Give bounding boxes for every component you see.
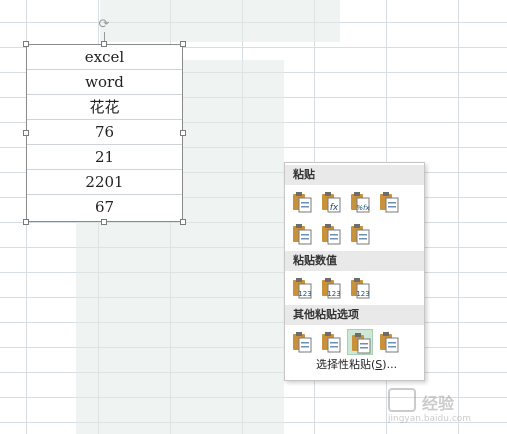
values-source-formatting-icon[interactable]: 123: [347, 275, 373, 301]
watermark-text: 经验: [422, 394, 455, 413]
resize-handle-bottom-right[interactable]: [180, 219, 186, 225]
option-badge: %fx: [356, 204, 370, 212]
paste-special-close-text: )...: [382, 358, 398, 371]
resize-handle-bottom[interactable]: [101, 219, 107, 225]
picture-cell: 67: [94, 198, 115, 216]
keep-column-widths-icon[interactable]: [318, 221, 344, 247]
pasted-picture[interactable]: excel word 花花 76 21 2201 67: [26, 44, 183, 222]
picture-cell: 花花: [27, 95, 182, 120]
picture-cell: 76: [27, 120, 182, 145]
paste-options-menu: 粘贴 fx %fx 粘贴数值 123 123 123 其他粘贴选项 选择性粘贴(S)...: [284, 162, 425, 381]
paste-option-row: 123 123 123: [285, 271, 424, 303]
transpose-icon[interactable]: [347, 221, 373, 247]
values-number-format-icon[interactable]: 123: [318, 275, 344, 301]
watermark-logo-icon: [388, 388, 416, 412]
no-borders-icon[interactable]: [289, 221, 315, 247]
rotate-handle-icon[interactable]: ⟳: [97, 18, 111, 32]
option-badge: 123: [327, 290, 340, 298]
resize-handle-top-left[interactable]: [23, 41, 29, 47]
selection-shade-top: [100, 0, 340, 42]
option-badge: 123: [298, 290, 311, 298]
resize-handle-top[interactable]: [101, 41, 107, 47]
paste-link-icon[interactable]: [318, 329, 344, 355]
picture-cell: excel: [27, 45, 182, 70]
option-badge: fx: [330, 203, 339, 213]
paste-option-row: [285, 325, 424, 357]
keep-source-formatting-icon[interactable]: [376, 189, 402, 215]
picture-cell: 21: [27, 145, 182, 170]
watermark-url: jingyan.baidu.com: [388, 414, 472, 424]
paste-section-header: 其他粘贴选项: [285, 305, 424, 325]
paste-values-icon[interactable]: 123: [289, 275, 315, 301]
picture-cell: word: [27, 70, 182, 95]
paste-section-header: 粘贴: [285, 165, 424, 185]
option-badge: 123: [356, 290, 369, 298]
paste-special-label-text: 选择性粘贴: [316, 358, 371, 371]
resize-handle-left[interactable]: [23, 130, 29, 136]
picture-cell: 2201: [27, 170, 182, 195]
paste-section-header: 粘贴数值: [285, 251, 424, 271]
paste-formulas-number-format-icon[interactable]: %fx: [347, 189, 373, 215]
paste-option-row: fx %fx: [285, 185, 424, 217]
resize-handle-bottom-left[interactable]: [23, 219, 29, 225]
paste-formulas-icon[interactable]: fx: [318, 189, 344, 215]
paste-icon[interactable]: [289, 189, 315, 215]
picture-icon[interactable]: [347, 329, 373, 355]
linked-picture-icon[interactable]: [376, 329, 402, 355]
formatting-icon[interactable]: [289, 329, 315, 355]
resize-handle-right[interactable]: [180, 130, 186, 136]
resize-handle-top-right[interactable]: [180, 41, 186, 47]
watermark: 经验 jingyan.baidu.com: [388, 386, 504, 424]
paste-special-menu-item[interactable]: 选择性粘贴(S)...: [285, 354, 424, 376]
paste-option-row: [285, 217, 424, 249]
